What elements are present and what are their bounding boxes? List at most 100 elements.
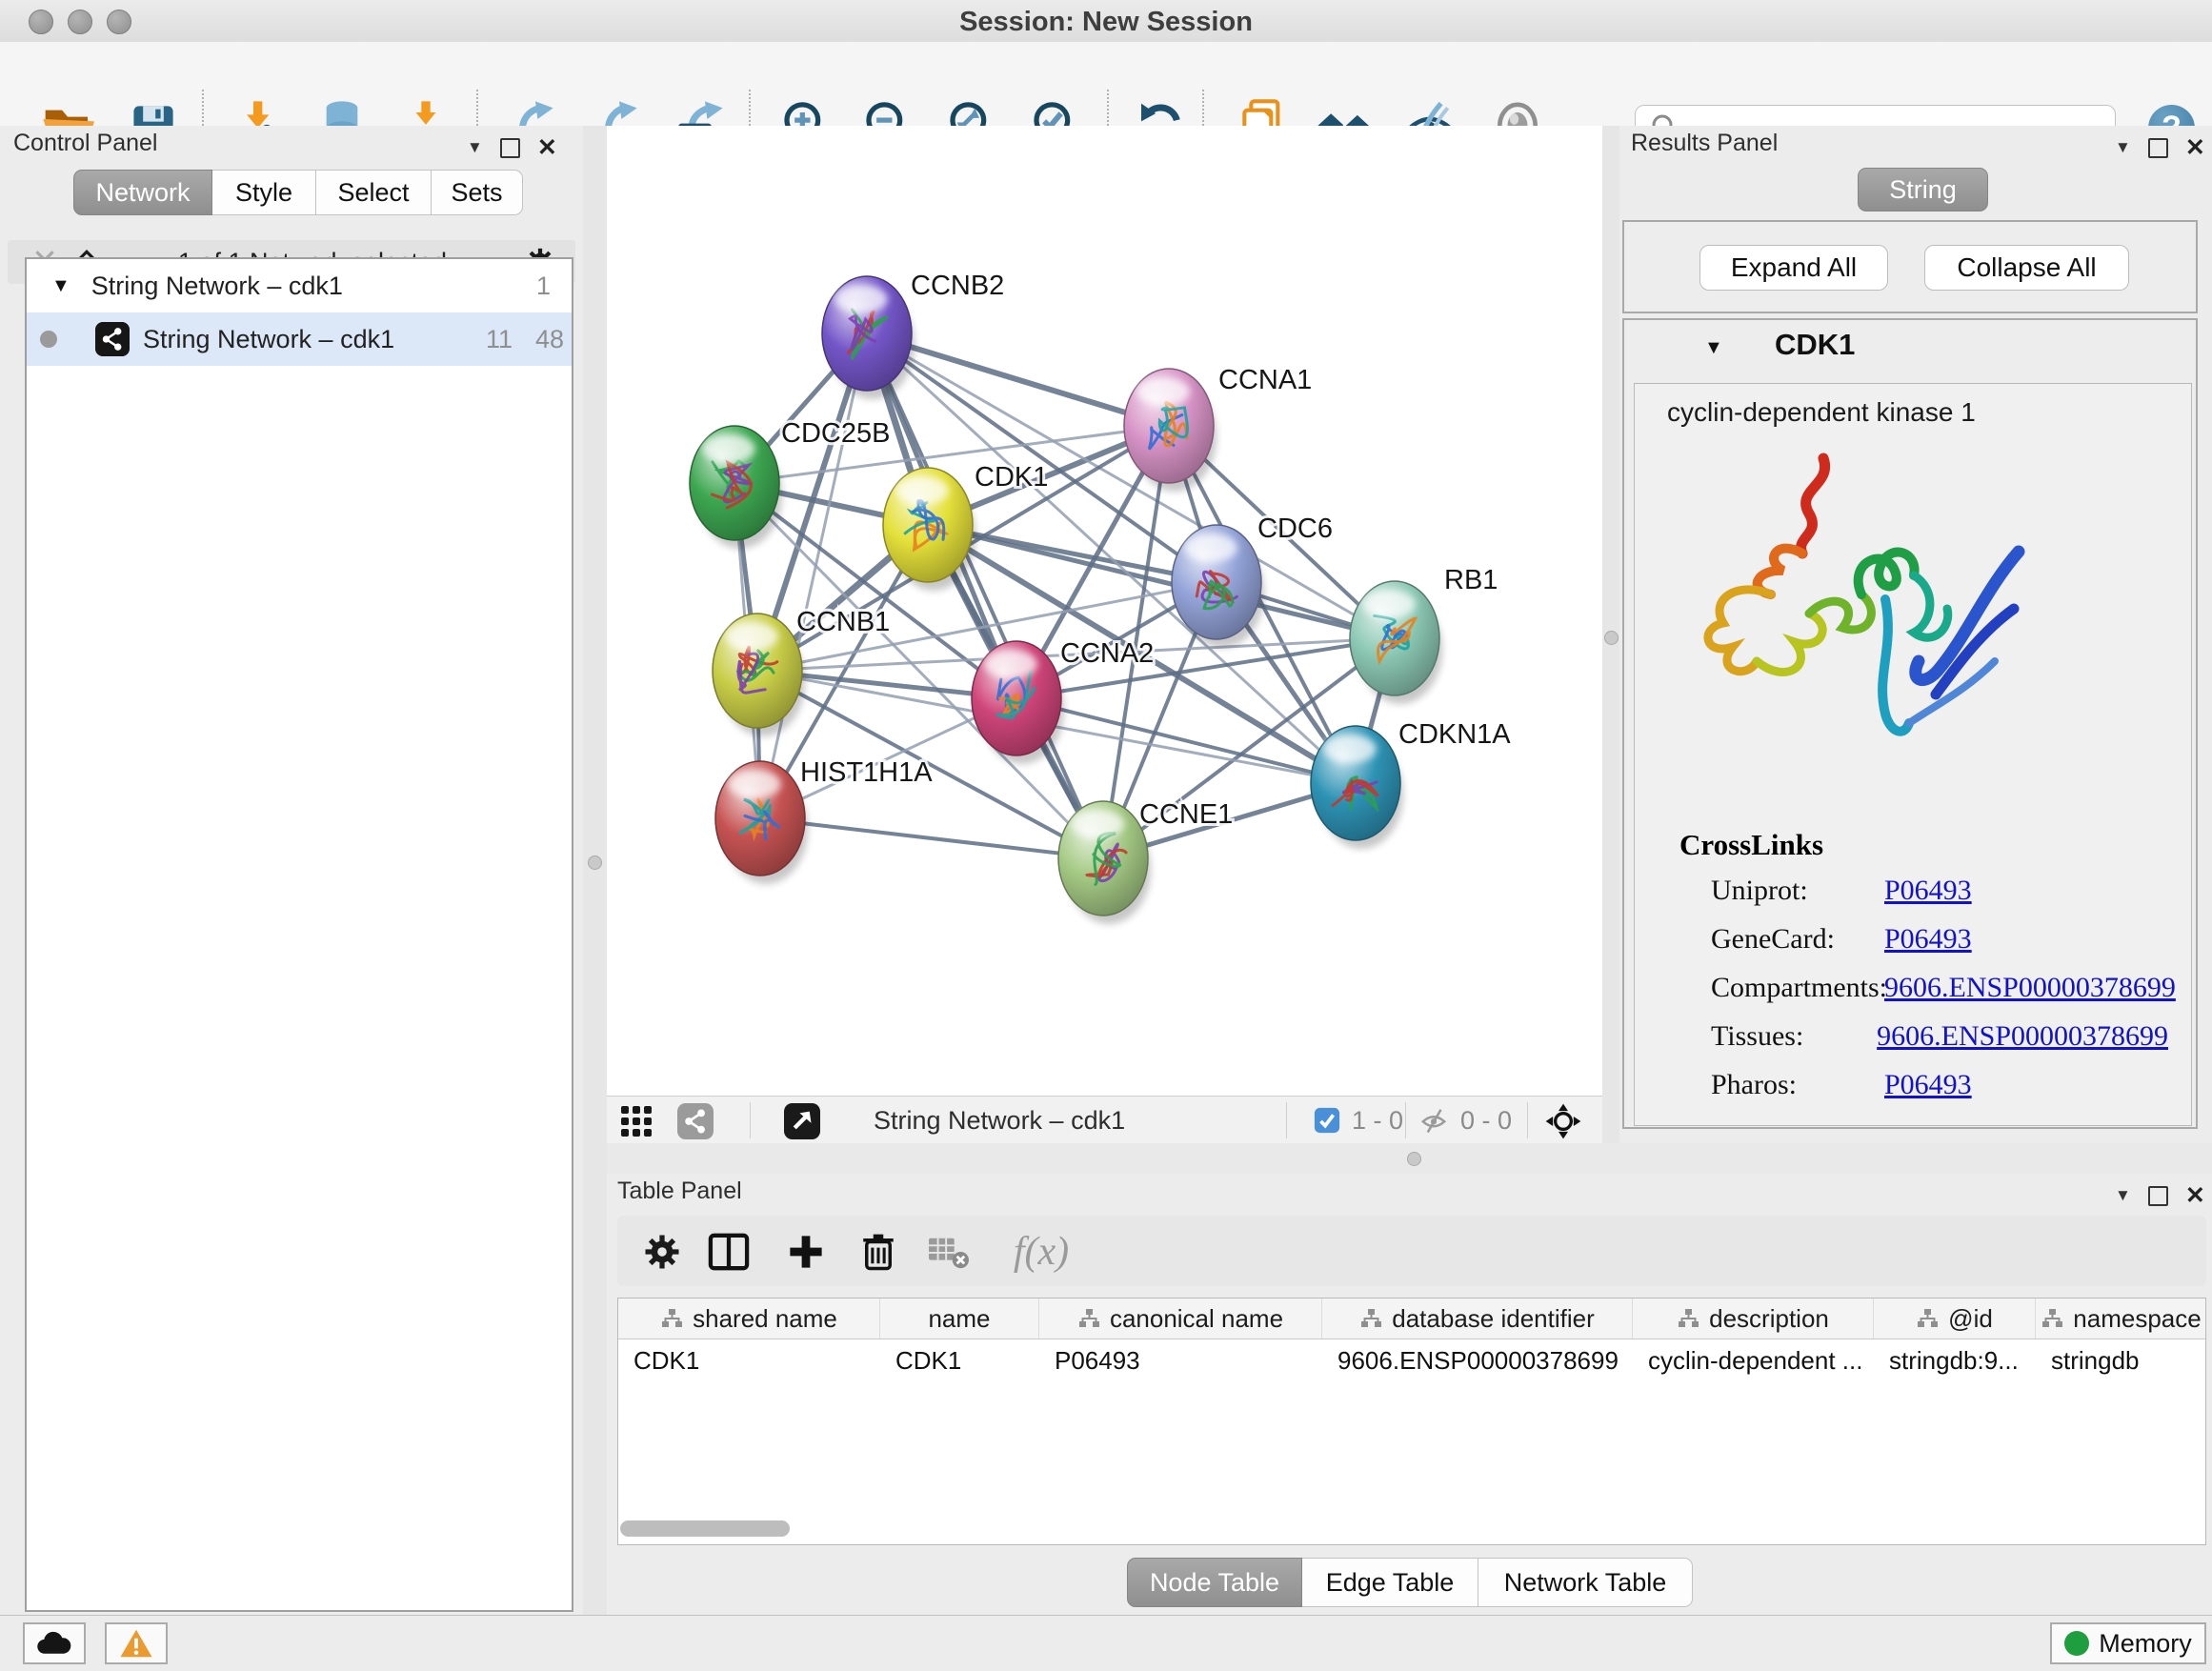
- network-node-HIST1H1A[interactable]: HIST1H1A: [715, 757, 933, 884]
- node-label-CCNA1: CCNA1: [1218, 365, 1312, 395]
- tab-node-table[interactable]: Node Table: [1127, 1558, 1302, 1607]
- tab-edge-table[interactable]: Edge Table: [1302, 1558, 1478, 1607]
- table-cell[interactable]: 9606.ENSP00000378699: [1322, 1339, 1633, 1381]
- delete-column-button[interactable]: [850, 1227, 907, 1277]
- selected-checkbox[interactable]: [1314, 1107, 1340, 1134]
- column-header-namespace[interactable]: namespace: [2036, 1299, 2206, 1339]
- column-header--id[interactable]: @id: [1874, 1299, 2036, 1339]
- show-columns-button[interactable]: [700, 1227, 757, 1277]
- tab-style[interactable]: Style: [212, 170, 316, 215]
- checkbox-checked-icon: [1314, 1107, 1340, 1134]
- column-header-canonical-name[interactable]: canonical name: [1039, 1299, 1322, 1339]
- collection-expander-icon[interactable]: ▼: [51, 275, 70, 297]
- network-node-CDC6[interactable]: CDC6: [1172, 513, 1333, 648]
- tab-string[interactable]: String: [1858, 168, 1988, 211]
- node-table: shared namenamecanonical namedatabase id…: [617, 1298, 2206, 1545]
- tab-select[interactable]: Select: [316, 170, 432, 215]
- results-panel-title: Results Panel: [1631, 130, 1778, 157]
- grid-view-button[interactable]: [619, 1104, 654, 1138]
- genecard-link[interactable]: P06493: [1884, 923, 1972, 956]
- panel-menu-icon[interactable]: ▼: [467, 138, 483, 157]
- network-collection-row[interactable]: ▼ String Network – cdk1 1: [27, 259, 572, 312]
- network-node-RB1[interactable]: RB1: [1350, 565, 1498, 704]
- table-cell[interactable]: cyclin-dependent ...: [1633, 1339, 1874, 1381]
- function-builder-button[interactable]: f(x): [989, 1227, 1094, 1277]
- collection-count: 1: [536, 272, 551, 301]
- table-cell[interactable]: stringdb:9...: [1874, 1339, 2036, 1381]
- network-view-toolbar: String Network – cdk1 1 - 0 0 - 0: [607, 1096, 1603, 1144]
- network-canvas[interactable]: CCNB2CCNA1CDC25BCDK1CDC6RB1CCNB1CCNA2CDK…: [607, 126, 1603, 1096]
- tab-sets[interactable]: Sets: [432, 170, 523, 215]
- crosslink-row: GeneCard: P06493: [1711, 915, 2168, 963]
- table-cell[interactable]: stringdb: [2036, 1339, 2206, 1381]
- table-panel: Table Panel ▼ ✕: [607, 1174, 2212, 1615]
- panel-menu-icon[interactable]: ▼: [2115, 1186, 2131, 1205]
- network-row-selected[interactable]: String Network – cdk1 11 48: [27, 312, 572, 366]
- plus-icon: [786, 1232, 826, 1272]
- splitter-handle[interactable]: [588, 856, 602, 870]
- column-header-name[interactable]: name: [880, 1299, 1039, 1339]
- network-node-CCNE1[interactable]: CCNE1: [1058, 799, 1233, 924]
- table-toolbar: f(x): [617, 1216, 2206, 1286]
- delete-table-button[interactable]: [920, 1227, 977, 1277]
- panel-close-icon[interactable]: ✕: [2185, 1181, 2205, 1210]
- uniprot-link[interactable]: P06493: [1884, 875, 1972, 907]
- table-cell[interactable]: CDK1: [880, 1339, 1039, 1381]
- control-panel: Control Panel ▼ ✕ Network Style Select S…: [0, 126, 583, 1615]
- column-header-shared-name[interactable]: shared name: [618, 1299, 880, 1339]
- results-buttons-box: Expand All Collapse All: [1622, 220, 2198, 313]
- memory-button[interactable]: Memory: [2050, 1622, 2206, 1664]
- control-splitter[interactable]: [583, 126, 607, 1615]
- protein-structure-image: [1680, 447, 2054, 775]
- entry-name: CDK1: [1775, 328, 1855, 362]
- create-column-button[interactable]: [777, 1227, 835, 1277]
- network-node-CDC25B[interactable]: CDC25B: [690, 418, 890, 549]
- table-settings-button[interactable]: [633, 1227, 691, 1277]
- main-toolbar: ?: [0, 42, 2212, 127]
- column-header-description[interactable]: description: [1633, 1299, 1874, 1339]
- network-node-CCNB1[interactable]: CCNB1: [713, 607, 890, 736]
- node-label-CCNE1: CCNE1: [1139, 799, 1233, 830]
- compartments-link[interactable]: 9606.ENSP00000378699: [1884, 972, 2176, 1004]
- table-cell[interactable]: P06493: [1039, 1339, 1322, 1381]
- node-label-CDC25B: CDC25B: [781, 418, 890, 449]
- panel-close-icon[interactable]: ✕: [537, 133, 557, 162]
- hidden-counts: 0 - 0: [1460, 1106, 1512, 1136]
- column-type-icon: [1916, 1307, 1939, 1330]
- panel-close-icon[interactable]: ✕: [2185, 133, 2205, 162]
- cloud-button[interactable]: [23, 1622, 86, 1664]
- collapse-all-button[interactable]: Collapse All: [1924, 245, 2129, 291]
- pharos-link[interactable]: P06493: [1884, 1069, 1972, 1101]
- network-node-CCNB2[interactable]: CCNB2: [822, 271, 1004, 399]
- warnings-button[interactable]: [105, 1622, 168, 1664]
- collection-label: String Network – cdk1: [91, 272, 343, 301]
- node-label-CDKN1A: CDKN1A: [1398, 719, 1511, 750]
- panel-float-icon[interactable]: [2148, 138, 2168, 158]
- panel-float-icon[interactable]: [2148, 1186, 2168, 1206]
- network-edge: [760, 818, 1103, 858]
- protein-entry-panel: ▼ CDK1 cyclin-dependent kinase 1: [1622, 318, 2198, 1129]
- splitter-handle[interactable]: [1407, 1152, 1421, 1166]
- table-splitter[interactable]: [607, 1143, 2212, 1174]
- birds-eye-button[interactable]: [677, 1103, 714, 1139]
- panel-float-icon[interactable]: [500, 138, 520, 158]
- network-node-CDKN1A[interactable]: CDKN1A: [1311, 719, 1511, 849]
- tissues-link[interactable]: 9606.ENSP00000378699: [1877, 1020, 2168, 1053]
- table-row[interactable]: CDK1CDK1P064939606.ENSP00000378699cyclin…: [618, 1339, 2205, 1381]
- panel-menu-icon[interactable]: ▼: [2115, 138, 2131, 157]
- splitter-handle[interactable]: [1604, 631, 1619, 645]
- open-in-window-icon: [784, 1103, 820, 1139]
- results-splitter[interactable]: [1602, 126, 1619, 1143]
- table-cell[interactable]: CDK1: [618, 1339, 880, 1381]
- node-label-CCNB1: CCNB1: [796, 607, 890, 637]
- tab-network-table[interactable]: Network Table: [1478, 1558, 1693, 1607]
- column-header-database-identifier[interactable]: database identifier: [1322, 1299, 1633, 1339]
- fit-selected-button[interactable]: [1544, 1102, 1582, 1140]
- node-label-HIST1H1A: HIST1H1A: [800, 757, 933, 788]
- table-horizontal-scrollbar[interactable]: [620, 1520, 790, 1537]
- column-type-icon: [1077, 1307, 1100, 1330]
- entry-expander-icon[interactable]: ▼: [1704, 337, 1723, 359]
- detach-view-button[interactable]: [784, 1103, 820, 1139]
- expand-all-button[interactable]: Expand All: [1699, 245, 1888, 291]
- tab-network[interactable]: Network: [73, 170, 212, 215]
